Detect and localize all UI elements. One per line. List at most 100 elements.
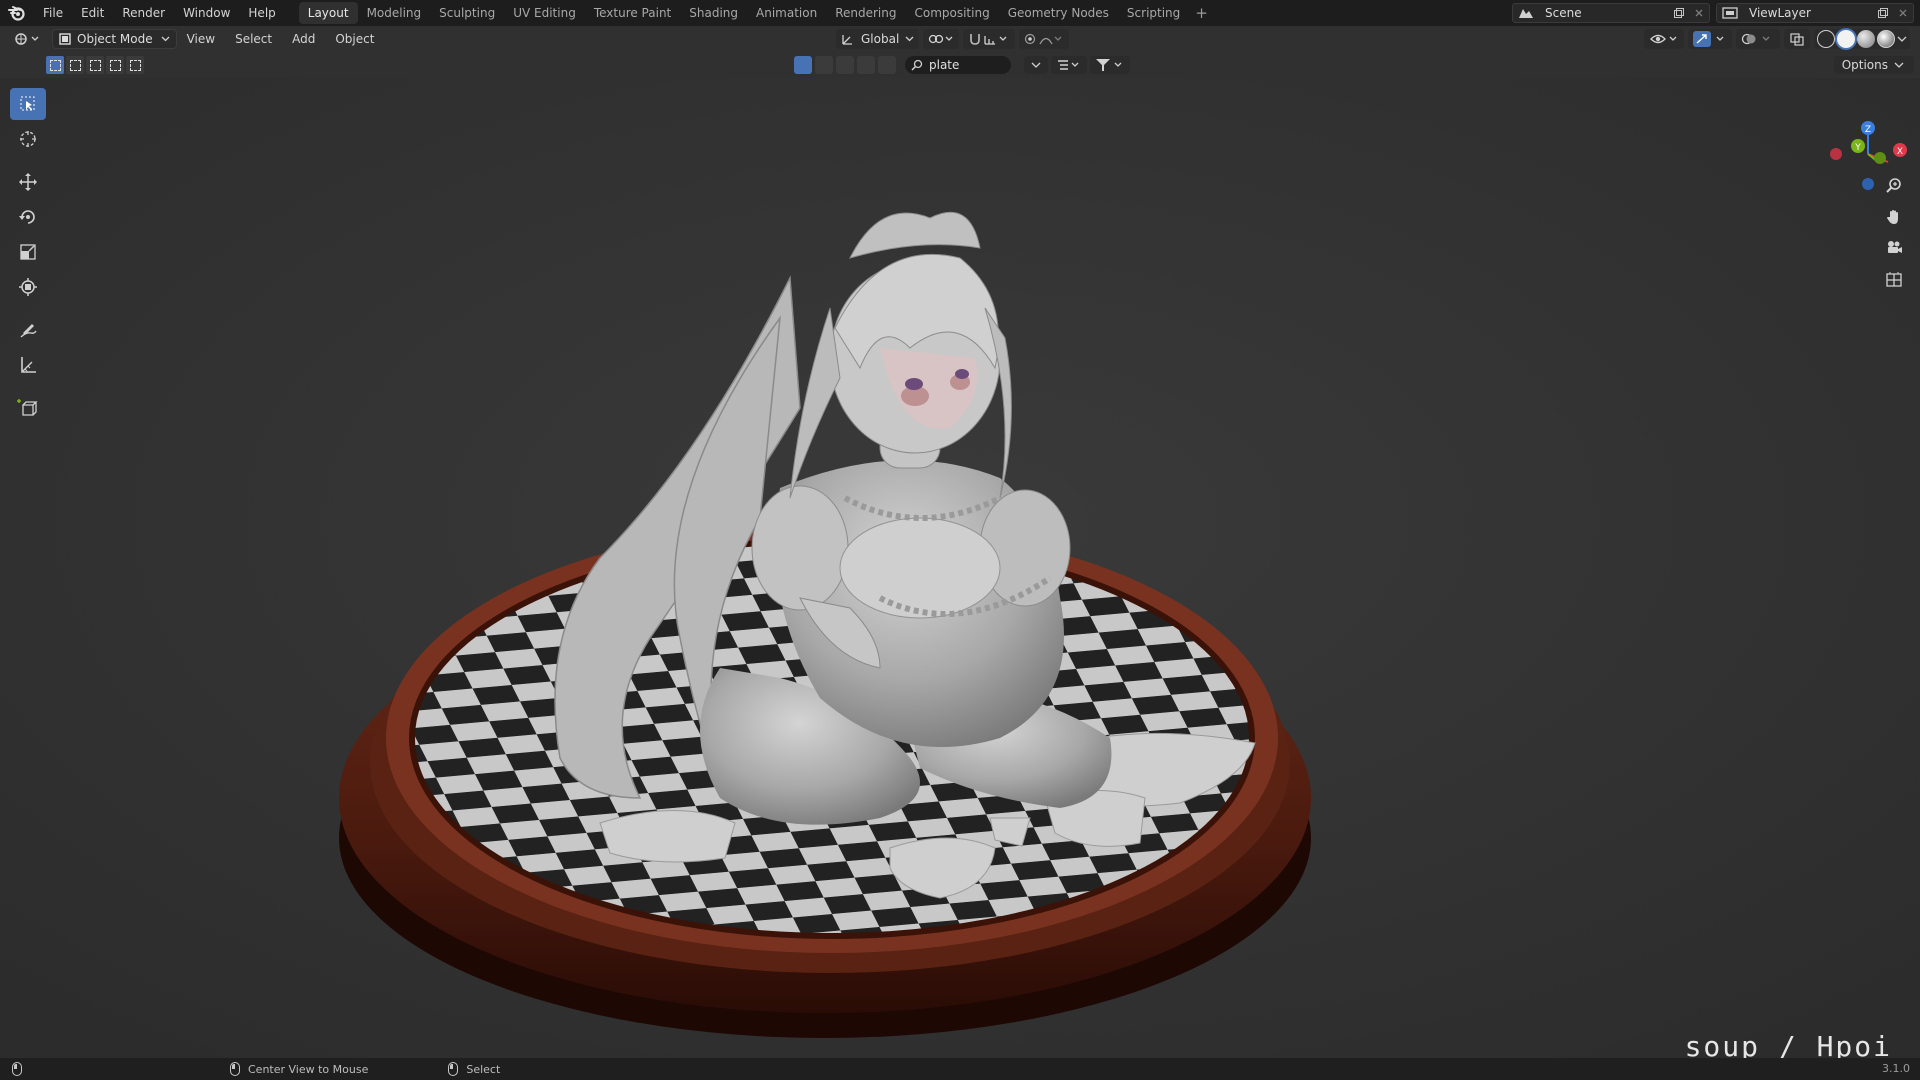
middle-mouse-icon (230, 1062, 240, 1076)
menu-edit[interactable]: Edit (72, 0, 113, 26)
chevron-down-icon (1894, 62, 1904, 68)
pan-hand-icon[interactable] (1880, 203, 1908, 231)
tab-shading[interactable]: Shading (680, 2, 747, 24)
menu-file[interactable]: File (34, 0, 72, 26)
menu-select[interactable]: Select (225, 32, 282, 46)
material-preview-icon[interactable] (1857, 30, 1875, 48)
solid-shading-icon[interactable] (1837, 30, 1855, 48)
scene-name-field[interactable]: Scene (1539, 6, 1669, 20)
tab-scripting[interactable]: Scripting (1118, 2, 1189, 24)
filter-icon (1096, 59, 1122, 71)
add-cube-tool-icon[interactable] (10, 392, 46, 424)
filter-empty-icon[interactable] (857, 56, 875, 74)
tab-sculpting[interactable]: Sculpting (430, 2, 504, 24)
wireframe-shading-icon[interactable] (1817, 30, 1835, 48)
transform-tool-icon[interactable] (10, 271, 46, 303)
menu-object[interactable]: Object (325, 32, 384, 46)
visibility-dropdown[interactable] (1644, 29, 1684, 49)
gizmo-icon (1693, 31, 1724, 47)
new-view-layer-icon[interactable] (1873, 4, 1893, 22)
left-mouse-select-icon (448, 1062, 459, 1076)
filter-dropdown[interactable] (1024, 56, 1048, 74)
top-bar: File Edit Render Window Help Layout Mode… (0, 0, 1920, 26)
menu-view[interactable]: View (177, 32, 225, 46)
editor-type-selector[interactable] (6, 29, 48, 49)
cursor-tool-icon[interactable] (10, 123, 46, 155)
snap-toggle[interactable] (963, 29, 1016, 49)
scale-tool-icon[interactable] (10, 236, 46, 268)
3d-viewport[interactable]: Z X Y (0, 78, 1920, 1058)
selection-mode-group (46, 56, 144, 74)
proportional-editing-toggle[interactable] (1019, 29, 1070, 49)
select-subtract-icon[interactable] (86, 56, 104, 74)
tab-layout[interactable]: Layout (298, 2, 358, 24)
filter-other-icon[interactable] (878, 56, 896, 74)
view-layer-icon[interactable] (1717, 6, 1743, 20)
move-tool-icon[interactable] (10, 166, 46, 198)
select-extend-icon[interactable] (66, 56, 84, 74)
menu-add[interactable]: Add (282, 32, 325, 46)
filter-mesh-icon[interactable] (794, 56, 812, 74)
delete-scene-icon[interactable] (1689, 4, 1709, 22)
sort-dropdown[interactable] (1051, 56, 1087, 74)
neg-x-axis-handle[interactable] (1830, 148, 1842, 160)
tab-rendering[interactable]: Rendering (826, 2, 905, 24)
delete-view-layer-icon[interactable] (1893, 4, 1913, 22)
menu-render[interactable]: Render (113, 0, 174, 26)
gizmo-toggle[interactable] (1688, 29, 1732, 49)
status-mouse-hint (12, 1062, 22, 1076)
y-axis-label: Y (1854, 143, 1861, 153)
orthographic-toggle-icon[interactable] (1880, 265, 1908, 293)
pivot-point-dropdown[interactable] (923, 29, 960, 49)
neg-y-axis-handle[interactable] (1874, 152, 1886, 164)
tab-texture-paint[interactable]: Texture Paint (585, 2, 680, 24)
tab-compositing[interactable]: Compositing (905, 2, 998, 24)
rendered-shading-icon[interactable] (1877, 30, 1895, 48)
overlays-toggle[interactable] (1736, 29, 1780, 49)
new-scene-icon[interactable] (1669, 4, 1689, 22)
view-layer-name-field[interactable]: ViewLayer (1743, 6, 1873, 20)
menu-window[interactable]: Window (174, 0, 239, 26)
blender-logo-icon[interactable] (0, 0, 34, 26)
tab-geometry-nodes[interactable]: Geometry Nodes (999, 2, 1118, 24)
view-layer-selector[interactable]: ViewLayer (1716, 3, 1914, 23)
add-workspace-button[interactable]: + (1189, 4, 1214, 22)
viewport-display-tools (1644, 29, 1910, 49)
chevron-down-icon[interactable] (1897, 35, 1907, 43)
measure-tool-icon[interactable] (10, 349, 46, 381)
camera-view-icon[interactable] (1880, 234, 1908, 262)
shading-mode-group (1814, 29, 1910, 49)
transform-orientation-dropdown[interactable]: Global (836, 29, 920, 49)
tab-modeling[interactable]: Modeling (358, 2, 431, 24)
rotate-tool-icon[interactable] (10, 201, 46, 233)
menu-help[interactable]: Help (239, 0, 284, 26)
neg-z-axis-handle[interactable] (1862, 178, 1874, 190)
options-dropdown[interactable]: Options (1833, 56, 1914, 74)
scene-selector[interactable]: Scene (1512, 3, 1710, 23)
select-intersect-icon[interactable] (126, 56, 144, 74)
left-toolbar (10, 88, 46, 427)
filter-camera-icon[interactable] (815, 56, 833, 74)
proportional-editing-icon (1025, 33, 1062, 45)
center-view-hint: Center View to Mouse (248, 1062, 369, 1076)
transform-tools: Global (836, 29, 1070, 49)
select-new-icon[interactable] (46, 56, 64, 74)
tab-animation[interactable]: Animation (747, 2, 826, 24)
annotate-tool-icon[interactable] (10, 314, 46, 346)
funnel-filter-dropdown[interactable] (1090, 56, 1130, 74)
top-right-controls: Scene ViewLayer (1512, 0, 1920, 26)
xray-toggle[interactable] (1784, 29, 1810, 49)
tab-uv-editing[interactable]: UV Editing (504, 2, 585, 24)
object-mode-label: Object Mode (77, 32, 153, 46)
z-axis-label: Z (1865, 125, 1871, 135)
filter-light-icon[interactable] (836, 56, 854, 74)
scene-icon[interactable] (1513, 6, 1539, 20)
orientation-icon (842, 35, 852, 45)
xray-icon (1790, 33, 1804, 46)
select-invert-icon[interactable] (106, 56, 124, 74)
zoom-icon[interactable] (1880, 172, 1908, 200)
object-mode-dropdown[interactable]: Object Mode (52, 29, 177, 49)
select-box-tool-icon[interactable] (10, 88, 46, 120)
list-icon (1058, 60, 1079, 70)
object-search-input[interactable]: plate (905, 56, 1011, 74)
